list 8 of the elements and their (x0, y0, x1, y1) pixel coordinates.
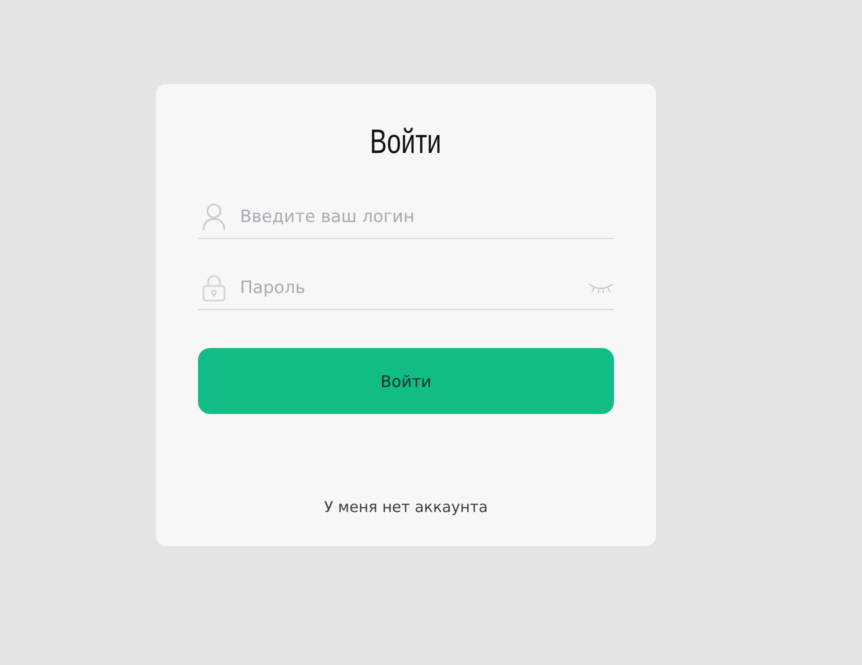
user-icon (202, 203, 226, 231)
eye-closed-icon[interactable] (588, 282, 614, 294)
register-link[interactable]: У меня нет аккаунта (324, 498, 488, 516)
lock-icon (202, 274, 226, 302)
login-field[interactable]: Введите ваш логин (240, 207, 614, 227)
page-title: Войти (370, 122, 442, 163)
password-field[interactable]: Пароль (240, 278, 574, 298)
login-button[interactable]: Войти (198, 348, 614, 414)
